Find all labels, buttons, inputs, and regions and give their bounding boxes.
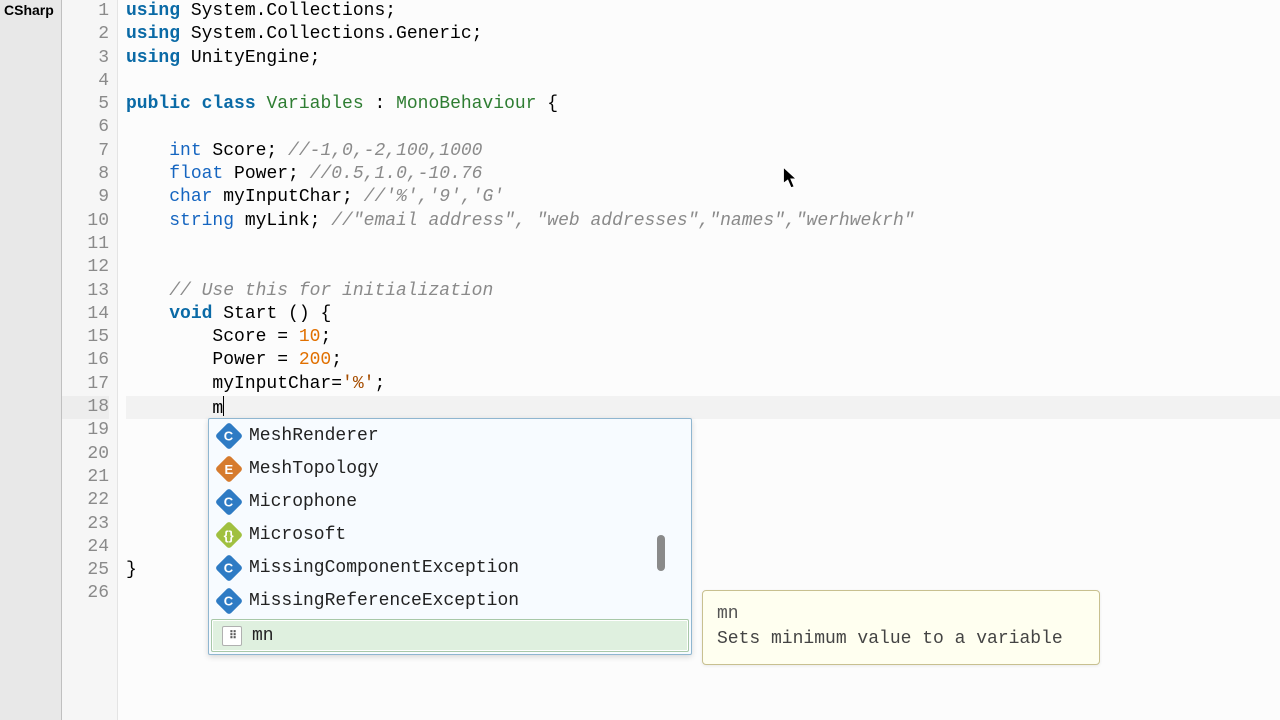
code-line[interactable]: myInputChar='%';: [126, 373, 1280, 396]
line-number: 9: [62, 186, 109, 209]
autocomplete-item[interactable]: E MeshTopology: [209, 452, 691, 485]
line-number: 1: [62, 0, 109, 23]
autocomplete-label: MissingReferenceException: [249, 591, 519, 611]
autocomplete-popup[interactable]: C MeshRenderer E MeshTopology C Microphone {} M…: [208, 418, 692, 655]
code-line[interactable]: using System.Collections.Generic;: [126, 23, 1280, 46]
line-number: 11: [62, 233, 109, 256]
code-line[interactable]: [126, 116, 1280, 139]
code-line[interactable]: public class Variables : MonoBehaviour {: [126, 93, 1280, 116]
code-line[interactable]: [126, 256, 1280, 279]
autocomplete-label: MeshRenderer: [249, 426, 379, 446]
code-line[interactable]: m: [126, 396, 1280, 419]
line-number: 6: [62, 116, 109, 139]
code-line[interactable]: string myLink; //"email address", "web a…: [126, 210, 1280, 233]
autocomplete-item[interactable]: C MeshRenderer: [209, 419, 691, 452]
code-line[interactable]: [126, 70, 1280, 93]
line-number: 7: [62, 140, 109, 163]
autocomplete-scrollbar[interactable]: [657, 535, 665, 571]
tooltip-title: mn: [717, 603, 1085, 626]
line-number: 25: [62, 559, 109, 582]
autocomplete-item[interactable]: ⠿ mn: [211, 619, 689, 652]
autocomplete-label: MissingComponentException: [249, 558, 519, 578]
line-number: 19: [62, 419, 109, 442]
code-line[interactable]: using System.Collections;: [126, 0, 1280, 23]
line-number: 12: [62, 256, 109, 279]
line-number: 2: [62, 23, 109, 46]
line-number: 24: [62, 536, 109, 559]
autocomplete-item[interactable]: C MissingReferenceException: [209, 584, 691, 617]
line-number: 3: [62, 47, 109, 70]
code-line[interactable]: [126, 233, 1280, 256]
sidebar-tab[interactable]: CSharp: [0, 0, 62, 720]
line-number: 16: [62, 349, 109, 372]
code-line[interactable]: float Power; //0.5,1.0,-10.76: [126, 163, 1280, 186]
line-number: 14: [62, 303, 109, 326]
line-number: 26: [62, 582, 109, 605]
autocomplete-kind-icon: C: [215, 586, 243, 614]
code-line[interactable]: void Start () {: [126, 303, 1280, 326]
autocomplete-item[interactable]: C MissingComponentException: [209, 551, 691, 584]
autocomplete-tooltip: mn Sets minimum value to a variable: [702, 590, 1100, 665]
autocomplete-kind-icon: ⠿: [222, 626, 242, 646]
autocomplete-label: Microphone: [249, 492, 357, 512]
line-number: 5: [62, 93, 109, 116]
line-number: 15: [62, 326, 109, 349]
line-number: 20: [62, 443, 109, 466]
autocomplete-kind-icon: C: [215, 553, 243, 581]
line-number: 4: [62, 70, 109, 93]
line-number: 8: [62, 163, 109, 186]
line-number: 10: [62, 210, 109, 233]
code-line[interactable]: char myInputChar; //'%','9','G': [126, 186, 1280, 209]
line-gutter: 1234567891011121314151617181920212223242…: [62, 0, 118, 720]
line-number: 23: [62, 513, 109, 536]
autocomplete-kind-icon: E: [215, 454, 243, 482]
line-number: 18: [62, 396, 109, 419]
autocomplete-label: Microsoft: [249, 525, 346, 545]
text-caret: [223, 396, 224, 416]
sidebar-tab-label: CSharp: [0, 0, 61, 20]
code-line[interactable]: Power = 200;: [126, 349, 1280, 372]
autocomplete-kind-icon: C: [215, 487, 243, 515]
autocomplete-list[interactable]: C MeshRenderer E MeshTopology C Microphone {} M…: [209, 419, 691, 652]
tooltip-body: Sets minimum value to a variable: [717, 628, 1085, 651]
line-number: 22: [62, 489, 109, 512]
code-line[interactable]: int Score; //-1,0,-2,100,1000: [126, 140, 1280, 163]
line-number: 21: [62, 466, 109, 489]
autocomplete-label: MeshTopology: [249, 459, 379, 479]
line-number: 17: [62, 373, 109, 396]
autocomplete-item[interactable]: C Microphone: [209, 485, 691, 518]
code-line[interactable]: Score = 10;: [126, 326, 1280, 349]
code-line[interactable]: // Use this for initialization: [126, 280, 1280, 303]
autocomplete-kind-icon: C: [215, 421, 243, 449]
code-line[interactable]: using UnityEngine;: [126, 47, 1280, 70]
autocomplete-label: mn: [252, 626, 274, 646]
autocomplete-item[interactable]: {} Microsoft: [209, 518, 691, 551]
line-number: 13: [62, 280, 109, 303]
autocomplete-kind-icon: {}: [215, 520, 243, 548]
